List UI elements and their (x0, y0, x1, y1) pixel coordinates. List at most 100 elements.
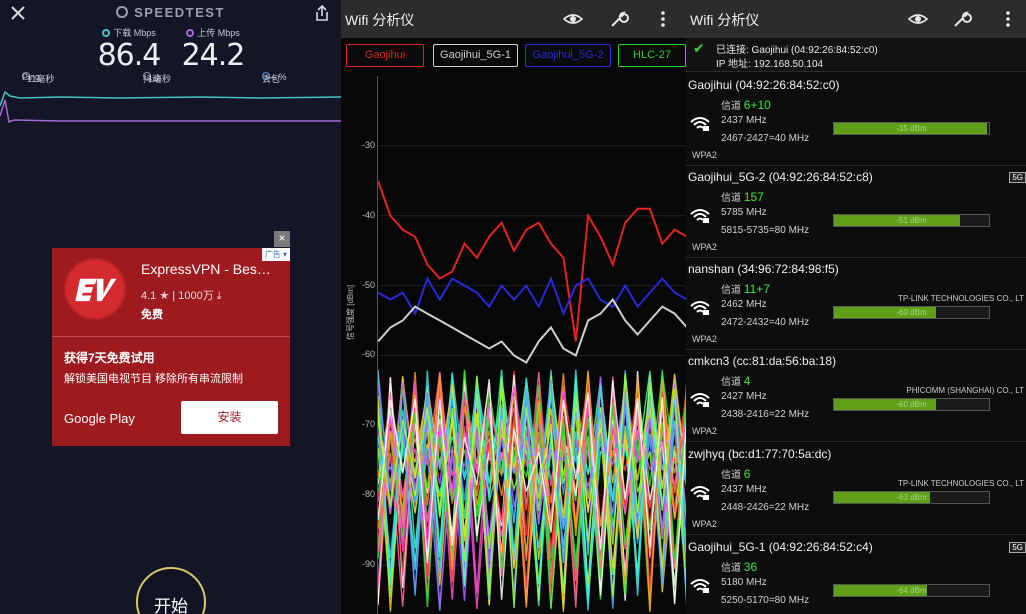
list-title: Wifi 分析仪 (690, 12, 760, 28)
network-channel: 信道 157 (721, 190, 764, 204)
band-5g-badge: 5G (1009, 172, 1026, 183)
graph-toolbar: Wifi 分析仪 (341, 0, 686, 38)
share-icon[interactable] (313, 4, 331, 22)
overflow-menu-icon[interactable] (998, 9, 1018, 29)
download-icon (102, 29, 111, 37)
signal-dbm: -35 dBm (896, 124, 927, 133)
network-row[interactable]: cmkcn3 (cc:81:da:56:ba:18) 信道 4 2427 MHz 24… (686, 350, 1026, 442)
chip-gaojihui[interactable]: Gaojihui (346, 44, 424, 67)
ad-divider (52, 336, 290, 337)
network-width: 5815-5735=80 MHz (721, 225, 810, 236)
ad-card[interactable]: × 广告 ▾ ExpressVPN - Bes… 4.1 ★ | 1000万 ⤓… (52, 231, 290, 446)
network-frequency: 2437 MHz (721, 115, 767, 126)
series-line-gaojihui (377, 180, 686, 342)
network-frequency: 2437 MHz (721, 484, 767, 495)
network-name: zwjhyq (bc:d1:77:70:5a:dc) (688, 447, 832, 461)
connected-ssid: 已连接: Gaojihui (04:92:26:84:52:c0) (716, 45, 878, 56)
signal-chart (377, 145, 686, 612)
eye-icon[interactable] (563, 9, 583, 29)
wifi-list-panel: Wifi 分析仪 ✔ 已连接: Gaojihui (04:92:26:84:52… (686, 0, 1026, 614)
download-line (0, 90, 341, 107)
signal-bar: -35 dBm (833, 122, 990, 135)
network-channel: 信道 36 (721, 560, 758, 574)
upload-icon (186, 29, 195, 37)
install-button[interactable]: 安装 (181, 401, 278, 434)
signal-bar: -60 dBm (833, 306, 990, 319)
network-frequency: 5785 MHz (721, 207, 767, 218)
y-tick-label: -40 (361, 209, 375, 220)
network-row[interactable]: zwjhyq (bc:d1:77:70:5a:dc) 信道 6 2437 MHz 24… (686, 443, 1026, 535)
band-5g-badge: 5G (1009, 542, 1026, 553)
network-row[interactable]: Gaojihui (04:92:26:84:52:c0) 信道 6+10 2437 … (686, 74, 1026, 166)
chip-gaojihui-5g-1[interactable]: Gaojihui_5G-1 (433, 44, 518, 67)
signal-bar: -63 dBm (833, 491, 990, 504)
network-security: WPA2 (692, 426, 717, 436)
signal-bar: -64 dBm (833, 584, 990, 597)
wifi-lock-icon (690, 579, 710, 593)
network-width: 2448-2426=22 MHz (721, 502, 810, 513)
speedtest-panel: SPEEDTEST 下载 Mbps 86.4 上传 Mbps 24.2 Ping… (0, 0, 341, 614)
eye-icon[interactable] (908, 9, 928, 29)
network-width: 2467-2427=40 MHz (721, 133, 810, 144)
wifi-lock-icon (690, 486, 710, 500)
network-security: WPA2 (692, 334, 717, 344)
signal-dbm: -63 dBm (896, 493, 927, 502)
ping-stat: Ping 11毫秒 (22, 72, 55, 84)
network-name: Gaojihui_5G-2 (04:92:26:84:52:c8) (688, 170, 873, 184)
chip-hlc-27[interactable]: HLC-27 (618, 44, 686, 67)
signal-plot (377, 76, 686, 614)
network-frequency: 2462 MHz (721, 299, 767, 310)
connected-info: ✔ 已连接: Gaojihui (04:92:26:84:52:c0) IP 地… (686, 38, 1026, 72)
speed-graph (0, 90, 341, 124)
expressvpn-logo-icon (64, 258, 126, 320)
upload-line (0, 99, 341, 124)
series-line-gaojihui-5g-1 (377, 297, 686, 364)
wrench-icon[interactable] (609, 9, 629, 29)
network-name: Gaojihui (04:92:26:84:52:c0) (688, 78, 840, 92)
wrench-icon[interactable] (952, 9, 972, 29)
network-row[interactable]: Gaojihui_5G-1 (04:92:26:84:52:c4) 信道 36 51… (686, 536, 1026, 614)
check-icon: ✔ (693, 40, 705, 56)
loss-stat: 丢包 — % (262, 72, 287, 84)
network-vendor: PHICOMM (SHANGHAI) CO., LT (906, 386, 1024, 395)
ad-rating: 4.1 ★ | 1000万 ⤓ (141, 290, 222, 302)
network-row[interactable]: Gaojihui_5G-2 (04:92:26:84:52:c8) 信道 157 5… (686, 166, 1026, 258)
signal-bar: -60 dBm (833, 398, 990, 411)
network-row[interactable]: nanshan (34:96:72:84:98:f5) 信道 11+7 2462 M… (686, 258, 1026, 350)
wifi-lock-icon (690, 301, 710, 315)
upload-stat: 上传 Mbps 24.2 (158, 26, 268, 73)
ad-tag[interactable]: 广告 ▾ (261, 248, 290, 261)
network-channel: 信道 11+7 (721, 282, 770, 296)
wifi-lock-icon (690, 117, 710, 131)
network-frequency: 5180 MHz (721, 577, 767, 588)
ad-description: 解锁美国电视节目 移除所有串流限制 (64, 373, 244, 385)
star-icon: ★ (159, 290, 170, 302)
network-frequency: 2427 MHz (721, 391, 767, 402)
list-toolbar: Wifi 分析仪 (686, 0, 1026, 38)
network-width: 2438-2416=22 MHz (721, 409, 810, 420)
chip-gaojihui-5g-2[interactable]: Gaojihui_5G-2 (525, 44, 611, 67)
network-vendor: TP-LINK TECHNOLOGIES CO., LT (898, 294, 1024, 303)
y-tick-label: -80 (361, 489, 375, 500)
wifi-graph-panel: Wifi 分析仪 Gaojihui Gaojihui_5G-1 Gaojihui… (341, 0, 686, 614)
network-width: 2472-2432=40 MHz (721, 317, 810, 328)
network-channel: 信道 4 (721, 374, 751, 388)
signal-dbm: -64 dBm (896, 586, 927, 595)
y-tick-label: -70 (361, 419, 375, 430)
network-channel: 信道 6 (721, 467, 751, 481)
network-name: nanshan (34:96:72:84:98:f5) (688, 262, 839, 276)
speedtest-logo-icon (116, 6, 129, 18)
start-button[interactable]: 开始 (136, 567, 206, 614)
y-tick-label: -60 (361, 349, 375, 360)
jitter-stat: 抖动 1毫秒 (143, 72, 172, 84)
wifi-lock-icon (690, 393, 710, 407)
ad-price: 免费 (141, 309, 163, 321)
signal-bar: -51 dBm (833, 214, 990, 227)
network-chips: Gaojihui Gaojihui_5G-1 Gaojihui_5G-2 HLC… (346, 44, 686, 68)
upload-value: 24.2 (181, 38, 246, 73)
download-arrow-icon: ⤓ (216, 290, 222, 302)
overflow-menu-icon[interactable] (653, 9, 673, 29)
ad-trial: 获得7天免费试用 (64, 351, 155, 365)
latency-stats: Ping 11毫秒 抖动 1毫秒 丢包 — % (0, 72, 341, 86)
ad-close-icon[interactable]: × (274, 231, 290, 247)
